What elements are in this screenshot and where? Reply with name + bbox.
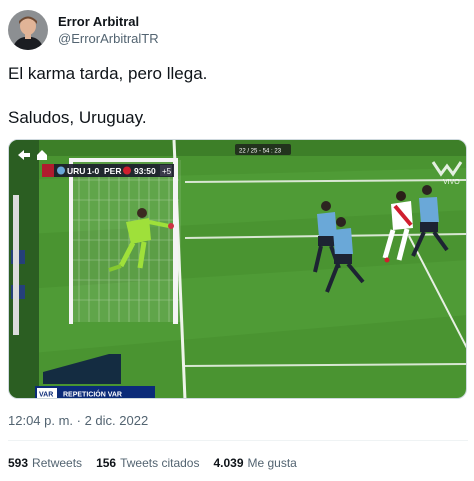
overlay-time: 22 / 25 - 54 : 23 (239, 149, 282, 155)
tweet-stats: 593 Retweets 156 Tweets citados 4.039 Me… (8, 456, 311, 474)
retweets-count: 593 (8, 456, 29, 470)
tweet-text: El karma tarda, pero llega. Saludos, Uru… (8, 63, 458, 129)
author-handle[interactable]: @ErrorArbitralTR (58, 30, 159, 47)
scoreboard-added-time: +5 (162, 167, 172, 176)
scoreboard-home: URU (67, 166, 85, 176)
tweet-text-line-1: El karma tarda, pero llega. (8, 64, 208, 83)
likes-label: Me gusta (247, 456, 297, 470)
video-frame: URU 1-0 PER 93:50 +5 22 / 25 - 54 : 23 V… (9, 140, 466, 399)
quotes-stat[interactable]: 156 Tweets citados (96, 456, 199, 470)
avatar[interactable] (8, 10, 48, 50)
var-label: REPETICIÓN VAR (63, 390, 122, 399)
scoreboard-score: 1-0 (87, 166, 100, 176)
scoreboard: URU 1-0 PER 93:50 +5 (42, 164, 174, 177)
tweet: Error Arbitral @ErrorArbitralTR El karma… (0, 0, 474, 481)
tweet-timestamp[interactable]: 12:04 p. m. · 2 dic. 2022 (8, 413, 148, 428)
author-display-name[interactable]: Error Arbitral (58, 13, 159, 30)
likes-stat[interactable]: 4.039 Me gusta (213, 456, 296, 470)
likes-count: 4.039 (213, 456, 244, 470)
tweet-media-video[interactable]: URU 1-0 PER 93:50 +5 22 / 25 - 54 : 23 V… (8, 139, 467, 399)
quotes-label: Tweets citados (120, 456, 200, 470)
broadcaster-label: VIVO (443, 179, 460, 186)
retweets-stat[interactable]: 593 Retweets (8, 456, 82, 470)
quotes-count: 156 (96, 456, 117, 470)
divider (8, 440, 468, 441)
tweet-header: Error Arbitral @ErrorArbitralTR (8, 8, 468, 52)
retweets-label: Retweets (32, 456, 83, 470)
var-badge: VAR (39, 392, 53, 399)
scoreboard-clock: 93:50 (134, 166, 156, 176)
author-names: Error Arbitral @ErrorArbitralTR (58, 13, 159, 47)
tweet-text-line-2: Saludos, Uruguay. (8, 108, 147, 127)
scoreboard-away: PER (104, 166, 121, 176)
